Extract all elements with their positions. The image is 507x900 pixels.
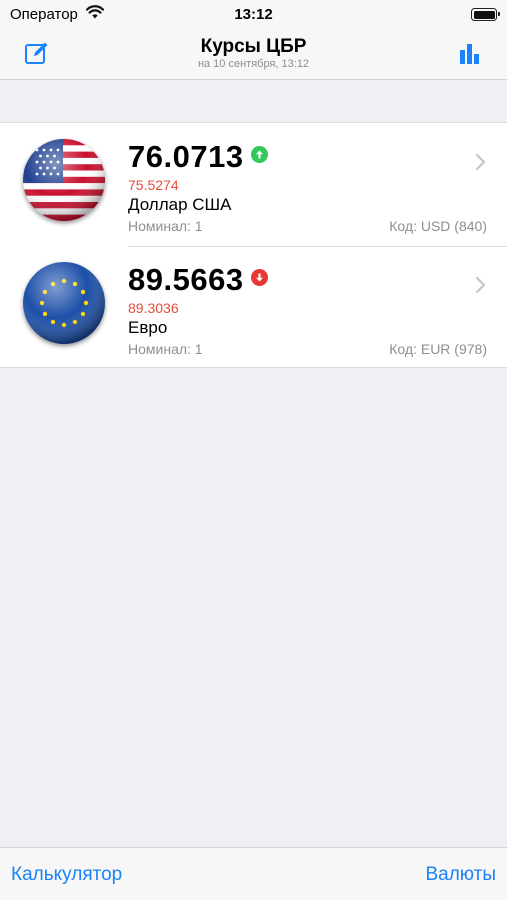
- currency-list: 76.0713 75.5274 Доллар США Номинал: 1 Ко…: [0, 122, 507, 368]
- status-bar: Оператор 13:12: [0, 0, 507, 30]
- nominal-label: Номинал: 1: [128, 341, 203, 357]
- exchange-rate: 89.5663: [128, 262, 244, 297]
- currency-code: Код: EUR (978): [389, 341, 487, 357]
- us-flag-icon: [23, 139, 105, 221]
- nominal-label: Номинал: 1: [128, 218, 203, 234]
- currency-row-eur[interactable]: 89.5663 89.3036 Евро Номинал: 1 Код: EUR…: [0, 246, 507, 369]
- trend-down-icon: [251, 269, 268, 286]
- bottom-toolbar: Калькулятор Валюты: [0, 847, 507, 900]
- bar-chart-icon: [458, 42, 482, 69]
- eu-flag-icon: [23, 262, 105, 344]
- currencies-button[interactable]: Валюты: [425, 864, 496, 886]
- previous-rate: 75.5274: [128, 177, 179, 193]
- page-title: Курсы ЦБР: [200, 36, 307, 57]
- chevron-right-icon: [475, 276, 487, 294]
- clock-time: 13:12: [234, 6, 273, 23]
- previous-rate: 89.3036: [128, 300, 179, 316]
- trend-up-icon: [251, 146, 268, 163]
- exchange-rate: 76.0713: [128, 139, 244, 174]
- chevron-right-icon: [475, 153, 487, 171]
- chart-button[interactable]: [455, 40, 485, 70]
- battery-icon: [471, 8, 500, 21]
- currency-row-usd[interactable]: 76.0713 75.5274 Доллар США Номинал: 1 Ко…: [0, 123, 507, 246]
- navigation-bar: Курсы ЦБР на 10 сентября, 13:12: [0, 30, 507, 80]
- currency-name: Доллар США: [128, 195, 232, 214]
- page-subtitle: на 10 сентября, 13:12: [197, 58, 310, 70]
- currency-name: Евро: [128, 318, 168, 337]
- currency-code: Код: USD (840): [389, 218, 487, 234]
- calculator-button[interactable]: Калькулятор: [11, 864, 122, 886]
